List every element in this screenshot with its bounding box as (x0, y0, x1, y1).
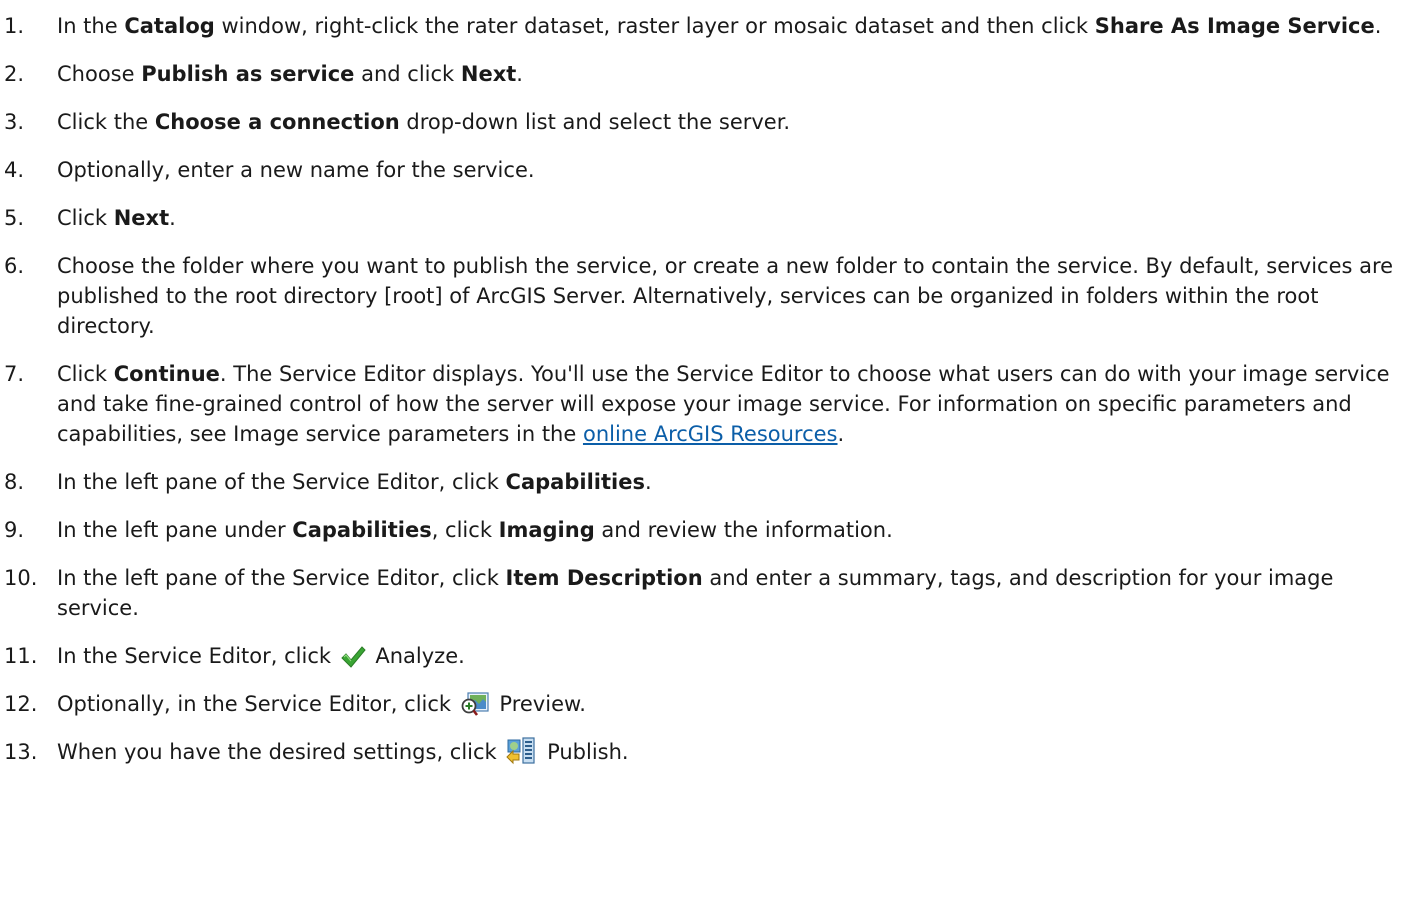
ui-term-capabilities: Capabilities (292, 518, 432, 542)
step-12: 12. Optionally, in the Service Editor, c… (0, 689, 1414, 719)
step-number: 7. (4, 362, 25, 386)
step-10: 10. In the left pane of the Service Edit… (0, 563, 1414, 623)
checkmark-icon (340, 645, 366, 669)
ui-term-share-as-image-service: Share As Image Service (1094, 14, 1375, 38)
step-11: 11. In the Service Editor, click Analyze… (0, 641, 1414, 671)
step-7: 7. Click Continue. The Service Editor di… (0, 359, 1414, 449)
online-arcgis-resources-link[interactable]: online ArcGIS Resources (583, 422, 838, 446)
step-number: 10. (4, 566, 38, 590)
step-number: 4. (4, 158, 25, 182)
step-4: 4. Optionally, enter a new name for the … (0, 155, 1414, 185)
publish-icon (505, 737, 537, 765)
ui-term-continue: Continue (113, 362, 220, 386)
ui-term-publish-as-service: Publish as service (141, 62, 355, 86)
step-13: 13. When you have the desired settings, … (0, 737, 1414, 767)
step-1: 1. In the Catalog window, right-click th… (0, 11, 1414, 41)
instruction-list: 1. In the Catalog window, right-click th… (0, 11, 1414, 767)
step-number: 2. (4, 62, 25, 86)
ui-term-item-description: Item Description (505, 566, 703, 590)
step-number: 13. (4, 740, 38, 764)
step-number: 9. (4, 518, 25, 542)
step-number: 3. (4, 110, 25, 134)
step-number: 6. (4, 254, 25, 278)
step-number: 12. (4, 692, 38, 716)
step-9: 9. In the left pane under Capabilities, … (0, 515, 1414, 545)
ui-term-capabilities: Capabilities (505, 470, 645, 494)
ui-term-catalog: Catalog (124, 14, 215, 38)
step-number: 11. (4, 644, 38, 668)
step-number: 1. (4, 14, 25, 38)
step-3: 3. Click the Choose a connection drop-do… (0, 107, 1414, 137)
step-number: 8. (4, 470, 25, 494)
step-2: 2. Choose Publish as service and click N… (0, 59, 1414, 89)
ui-term-imaging: Imaging (498, 518, 595, 542)
step-5: 5. Click Next. (0, 203, 1414, 233)
ui-term-choose-a-connection: Choose a connection (154, 110, 400, 134)
preview-icon (460, 691, 490, 717)
ui-term-next: Next (113, 206, 170, 230)
step-6: 6. Choose the folder where you want to p… (0, 251, 1414, 341)
ui-term-next: Next (460, 62, 517, 86)
step-8: 8. In the left pane of the Service Edito… (0, 467, 1414, 497)
step-number: 5. (4, 206, 25, 230)
